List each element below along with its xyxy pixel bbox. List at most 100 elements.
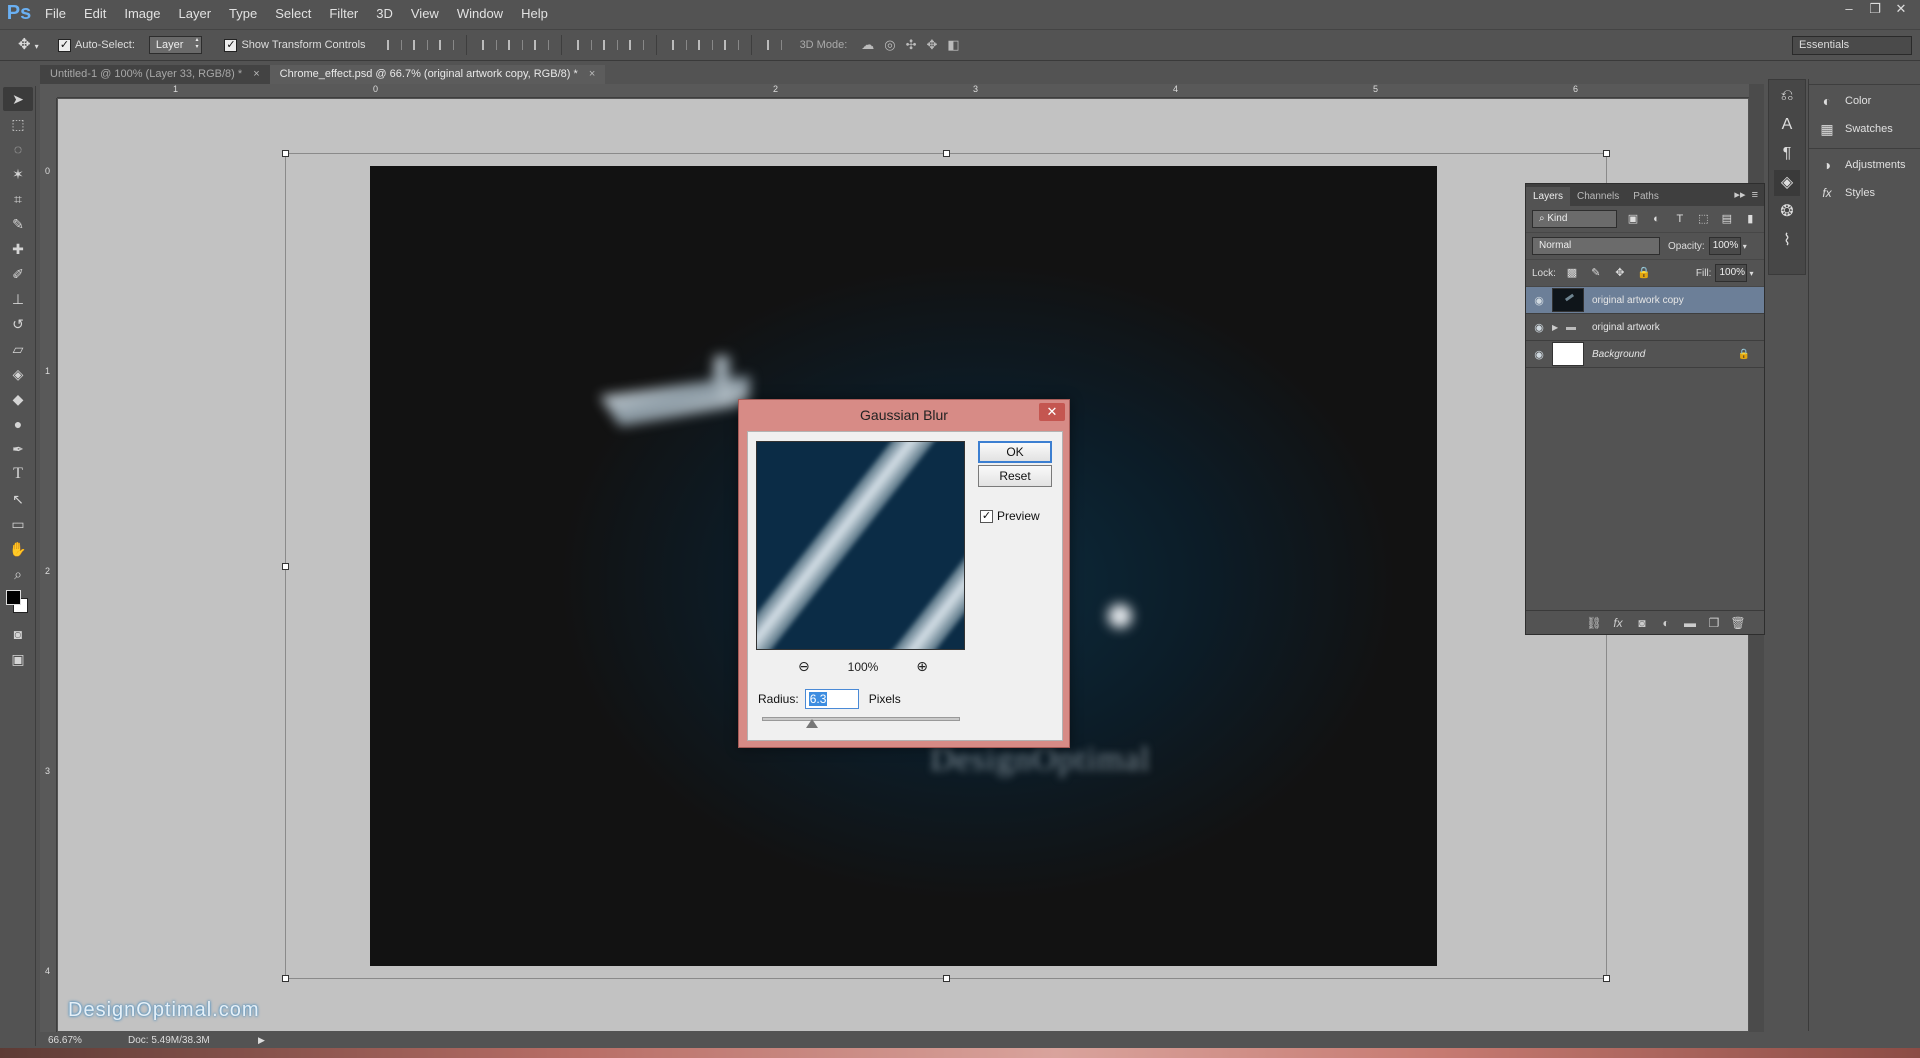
eyedropper-tool-icon[interactable]: ✎	[3, 212, 33, 236]
color-panel-button[interactable]: ◐ Color	[1809, 87, 1920, 115]
align-right-icon[interactable]	[531, 37, 549, 53]
expand-arrow-icon[interactable]: ▶	[1552, 323, 1566, 332]
close-tab-icon[interactable]: ×	[253, 68, 259, 80]
layers-icon[interactable]: ◈	[1774, 170, 1800, 196]
crop-tool-icon[interactable]: ⌗	[3, 187, 33, 211]
transform-handle[interactable]	[1603, 150, 1610, 157]
preview-checkbox[interactable]: ✓	[980, 509, 993, 523]
tab-layers[interactable]: Layers	[1526, 187, 1571, 206]
menu-image[interactable]: Image	[115, 0, 169, 27]
channels-icon[interactable]: ❂	[1774, 199, 1800, 225]
tab-paths[interactable]: Paths	[1626, 187, 1666, 206]
transform-handle[interactable]	[1603, 975, 1610, 982]
transform-handle[interactable]	[943, 975, 950, 982]
filter-smart-icon[interactable]: ▤	[1719, 212, 1734, 226]
dialog-titlebar[interactable]: Gaussian Blur ✕	[739, 400, 1069, 430]
link-layers-icon[interactable]: ⛓	[1582, 616, 1606, 630]
eraser-tool-icon[interactable]: ▱	[3, 337, 33, 361]
align-top-icon[interactable]	[384, 37, 402, 53]
zoom-out-icon[interactable]: ⊖	[798, 658, 810, 675]
move-tool-icon[interactable]: ➤	[3, 87, 33, 111]
status-menu-arrow-icon[interactable]: ▶	[258, 1035, 265, 1046]
opacity-input[interactable]: 100%	[1708, 237, 1741, 255]
lock-all-icon[interactable]: 🔒	[1636, 266, 1652, 280]
swatches-panel-button[interactable]: ▦ Swatches	[1809, 115, 1920, 143]
screen-mode-icon[interactable]: ▣	[3, 647, 33, 671]
transform-handle[interactable]	[282, 150, 289, 157]
marquee-tool-icon[interactable]: ⬚	[3, 112, 33, 136]
menu-edit[interactable]: Edit	[75, 0, 115, 27]
distribute-right-icon[interactable]	[721, 37, 739, 53]
paths-icon[interactable]: ⌇	[1774, 228, 1800, 254]
layer-row[interactable]: ◉ ▶ ▬ original artwork	[1526, 314, 1764, 341]
auto-align-icon[interactable]	[764, 37, 782, 53]
quick-select-tool-icon[interactable]: ✶	[3, 162, 33, 186]
menu-window[interactable]: Window	[448, 0, 512, 27]
layer-row[interactable]: ◉ Background 🔒	[1526, 341, 1764, 368]
distribute-left-icon[interactable]	[669, 37, 687, 53]
clone-stamp-icon[interactable]: ⊥	[3, 287, 33, 311]
trash-icon[interactable]: 🗑	[1726, 616, 1750, 630]
distribute-hcenter-icon[interactable]	[695, 37, 713, 53]
visibility-eye-icon[interactable]: ◉	[1526, 348, 1552, 361]
fill-input[interactable]: 100%	[1715, 264, 1748, 282]
move-tool-preset-icon[interactable]: ✥ ▾	[18, 32, 58, 58]
type-tool-icon[interactable]: T	[3, 462, 33, 486]
minimize-button[interactable]: –	[1836, 0, 1862, 20]
tab-chrome-effect[interactable]: Chrome_effect.psd @ 66.7% (original artw…	[269, 65, 606, 84]
character-icon[interactable]: A	[1774, 112, 1800, 138]
blur-tool-icon[interactable]: ◆	[3, 387, 33, 411]
filter-toggle-icon[interactable]: ▮	[1743, 212, 1758, 226]
distribute-bottom-icon[interactable]	[626, 37, 644, 53]
rectangle-tool-icon[interactable]: ▭	[3, 512, 33, 536]
menu-select[interactable]: Select	[266, 0, 320, 27]
filter-pixel-icon[interactable]: ▣	[1625, 212, 1640, 226]
dodge-tool-icon[interactable]: ●	[3, 412, 33, 436]
dialog-close-button[interactable]: ✕	[1039, 403, 1065, 421]
distribute-top-icon[interactable]	[574, 37, 592, 53]
radius-input[interactable]: 6.3	[804, 689, 859, 709]
kind-filter-dropdown[interactable]: ⌕ Kind	[1532, 210, 1618, 228]
adjustment-layer-icon[interactable]: ◐	[1654, 616, 1678, 630]
zoom-in-icon[interactable]: ⊕	[916, 658, 928, 675]
radius-value[interactable]: 6.3	[808, 692, 828, 706]
filter-adjustment-icon[interactable]: ◐	[1649, 212, 1664, 226]
pen-tool-icon[interactable]: ✒	[3, 437, 33, 461]
lasso-tool-icon[interactable]: ◌	[3, 137, 33, 161]
menu-layer[interactable]: Layer	[170, 0, 221, 27]
menu-view[interactable]: View	[402, 0, 448, 27]
auto-select-checkbox[interactable]: ✓	[58, 38, 71, 52]
transform-handle[interactable]	[282, 975, 289, 982]
restore-button[interactable]: ❐	[1862, 0, 1888, 20]
filter-shape-icon[interactable]: ⬚	[1696, 212, 1711, 226]
healing-brush-icon[interactable]: ✚	[3, 237, 33, 261]
path-selection-icon[interactable]: ↖	[3, 487, 33, 511]
fx-icon[interactable]: fx	[1606, 616, 1630, 630]
zoom-level[interactable]: 66.67%	[48, 1035, 128, 1046]
menu-filter[interactable]: Filter	[320, 0, 367, 27]
menu-type[interactable]: Type	[220, 0, 266, 27]
menu-3d[interactable]: 3D	[367, 0, 402, 27]
paint-bucket-icon[interactable]: ◈	[3, 362, 33, 386]
distribute-vcenter-icon[interactable]	[600, 37, 618, 53]
history-icon[interactable]: ⎌	[1774, 83, 1800, 109]
hand-tool-icon[interactable]: ✋	[3, 537, 33, 561]
show-transform-checkbox[interactable]: ✓	[224, 38, 238, 52]
layer-name[interactable]: original artwork copy	[1592, 295, 1684, 306]
history-brush-icon[interactable]: ↺	[3, 312, 33, 336]
transform-handle[interactable]	[282, 563, 289, 570]
visibility-eye-icon[interactable]: ◉	[1526, 321, 1552, 334]
new-group-icon[interactable]: ▬	[1678, 616, 1702, 630]
close-tab-icon[interactable]: ×	[589, 68, 595, 80]
reset-button[interactable]: Reset	[978, 465, 1052, 487]
fill-slider-icon[interactable]: ▾	[1749, 269, 1753, 278]
visibility-eye-icon[interactable]: ◉	[1526, 294, 1552, 307]
filter-type-icon[interactable]: T	[1672, 212, 1687, 226]
close-window-button[interactable]: ✕	[1888, 0, 1914, 20]
opacity-slider-icon[interactable]: ▾	[1743, 242, 1747, 251]
menu-help[interactable]: Help	[512, 0, 557, 27]
align-bottom-icon[interactable]	[436, 37, 454, 53]
new-layer-icon[interactable]: ❐	[1702, 616, 1726, 630]
panel-menu-icon[interactable]: ▸▸ ≡	[1734, 188, 1758, 201]
blend-mode-dropdown[interactable]: Normal	[1532, 237, 1660, 255]
